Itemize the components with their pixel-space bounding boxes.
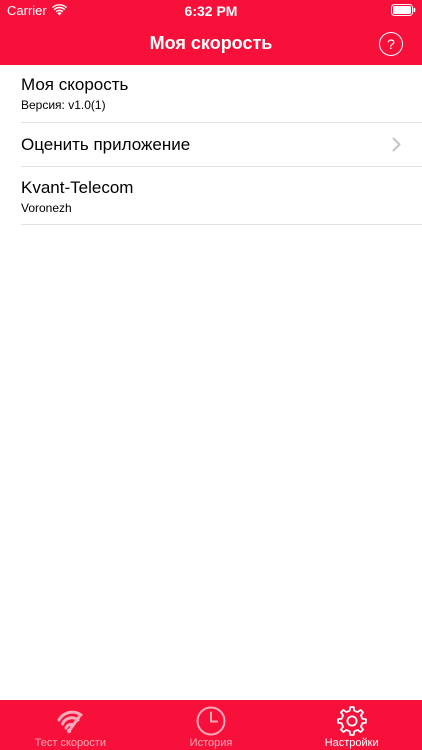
help-button[interactable]: ? bbox=[379, 32, 403, 56]
provider-name-label: Kvant-Telecom bbox=[21, 178, 134, 197]
header: Carrier 6:32 PM Моя скорость ? bbox=[0, 0, 422, 65]
settings-screen: Carrier 6:32 PM Моя скорость ? Моя скоро… bbox=[0, 0, 422, 750]
clock-icon bbox=[196, 706, 226, 736]
list-item-rate-app[interactable]: Оценить приложение bbox=[0, 123, 422, 167]
tab-speed-test-label: Тест скорости bbox=[34, 737, 106, 749]
settings-list: Моя скорость Версия: v1.0(1) Оценить при… bbox=[0, 65, 422, 225]
list-item-about: Моя скорость Версия: v1.0(1) bbox=[0, 65, 422, 123]
tab-settings-label: Настройки bbox=[324, 737, 379, 749]
page-title: Моя скорость bbox=[149, 33, 273, 53]
battery-icon bbox=[391, 4, 416, 16]
help-question-icon: ? bbox=[387, 36, 395, 52]
tab-bar: Тест скорости История Настройки bbox=[0, 700, 422, 750]
wifi-speed-icon bbox=[57, 710, 83, 734]
version-label: Версия: v1.0(1) bbox=[21, 98, 106, 112]
app-name-label: Моя скорость bbox=[21, 75, 129, 94]
rate-app-label: Оценить приложение bbox=[21, 135, 191, 154]
gear-icon bbox=[336, 706, 367, 736]
tab-history[interactable]: История bbox=[141, 700, 282, 750]
navigation-bar: Моя скорость ? bbox=[0, 22, 422, 65]
tab-settings[interactable]: Настройки bbox=[281, 700, 422, 750]
separator bbox=[21, 224, 422, 225]
provider-city-label: Voronezh bbox=[21, 201, 72, 215]
tab-speed-test[interactable]: Тест скорости bbox=[0, 700, 141, 750]
chevron-right-icon bbox=[392, 137, 401, 152]
status-bar: Carrier 6:32 PM bbox=[0, 0, 422, 22]
list-item-provider: Kvant-Telecom Voronezh bbox=[0, 167, 422, 225]
status-time: 6:32 PM bbox=[184, 3, 238, 19]
tab-history-label: История bbox=[189, 737, 233, 749]
